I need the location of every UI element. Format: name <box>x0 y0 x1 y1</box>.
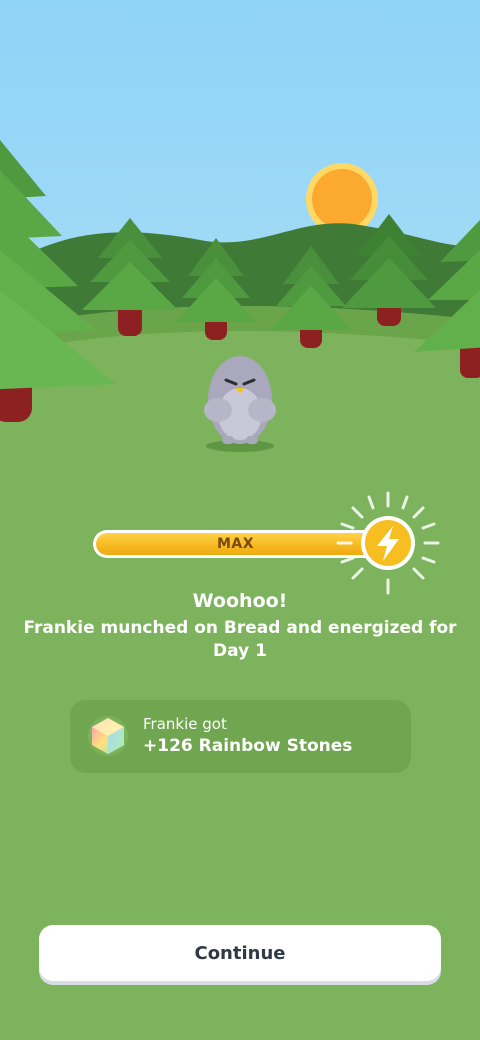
headline: Woohoo! <box>192 590 288 612</box>
energize-message: Frankie munched on Bread and energized f… <box>23 618 457 661</box>
lightning-bolt-icon <box>336 491 440 595</box>
rainbow-stone-icon <box>88 716 128 756</box>
reward-title: Frankie got <box>143 715 227 733</box>
continue-button[interactable]: Continue <box>39 925 441 981</box>
energy-meter: MAX <box>93 491 440 595</box>
reward-value: +126 Rainbow Stones <box>143 736 353 756</box>
reward-card: Frankie got +126 Rainbow Stones <box>70 700 411 773</box>
